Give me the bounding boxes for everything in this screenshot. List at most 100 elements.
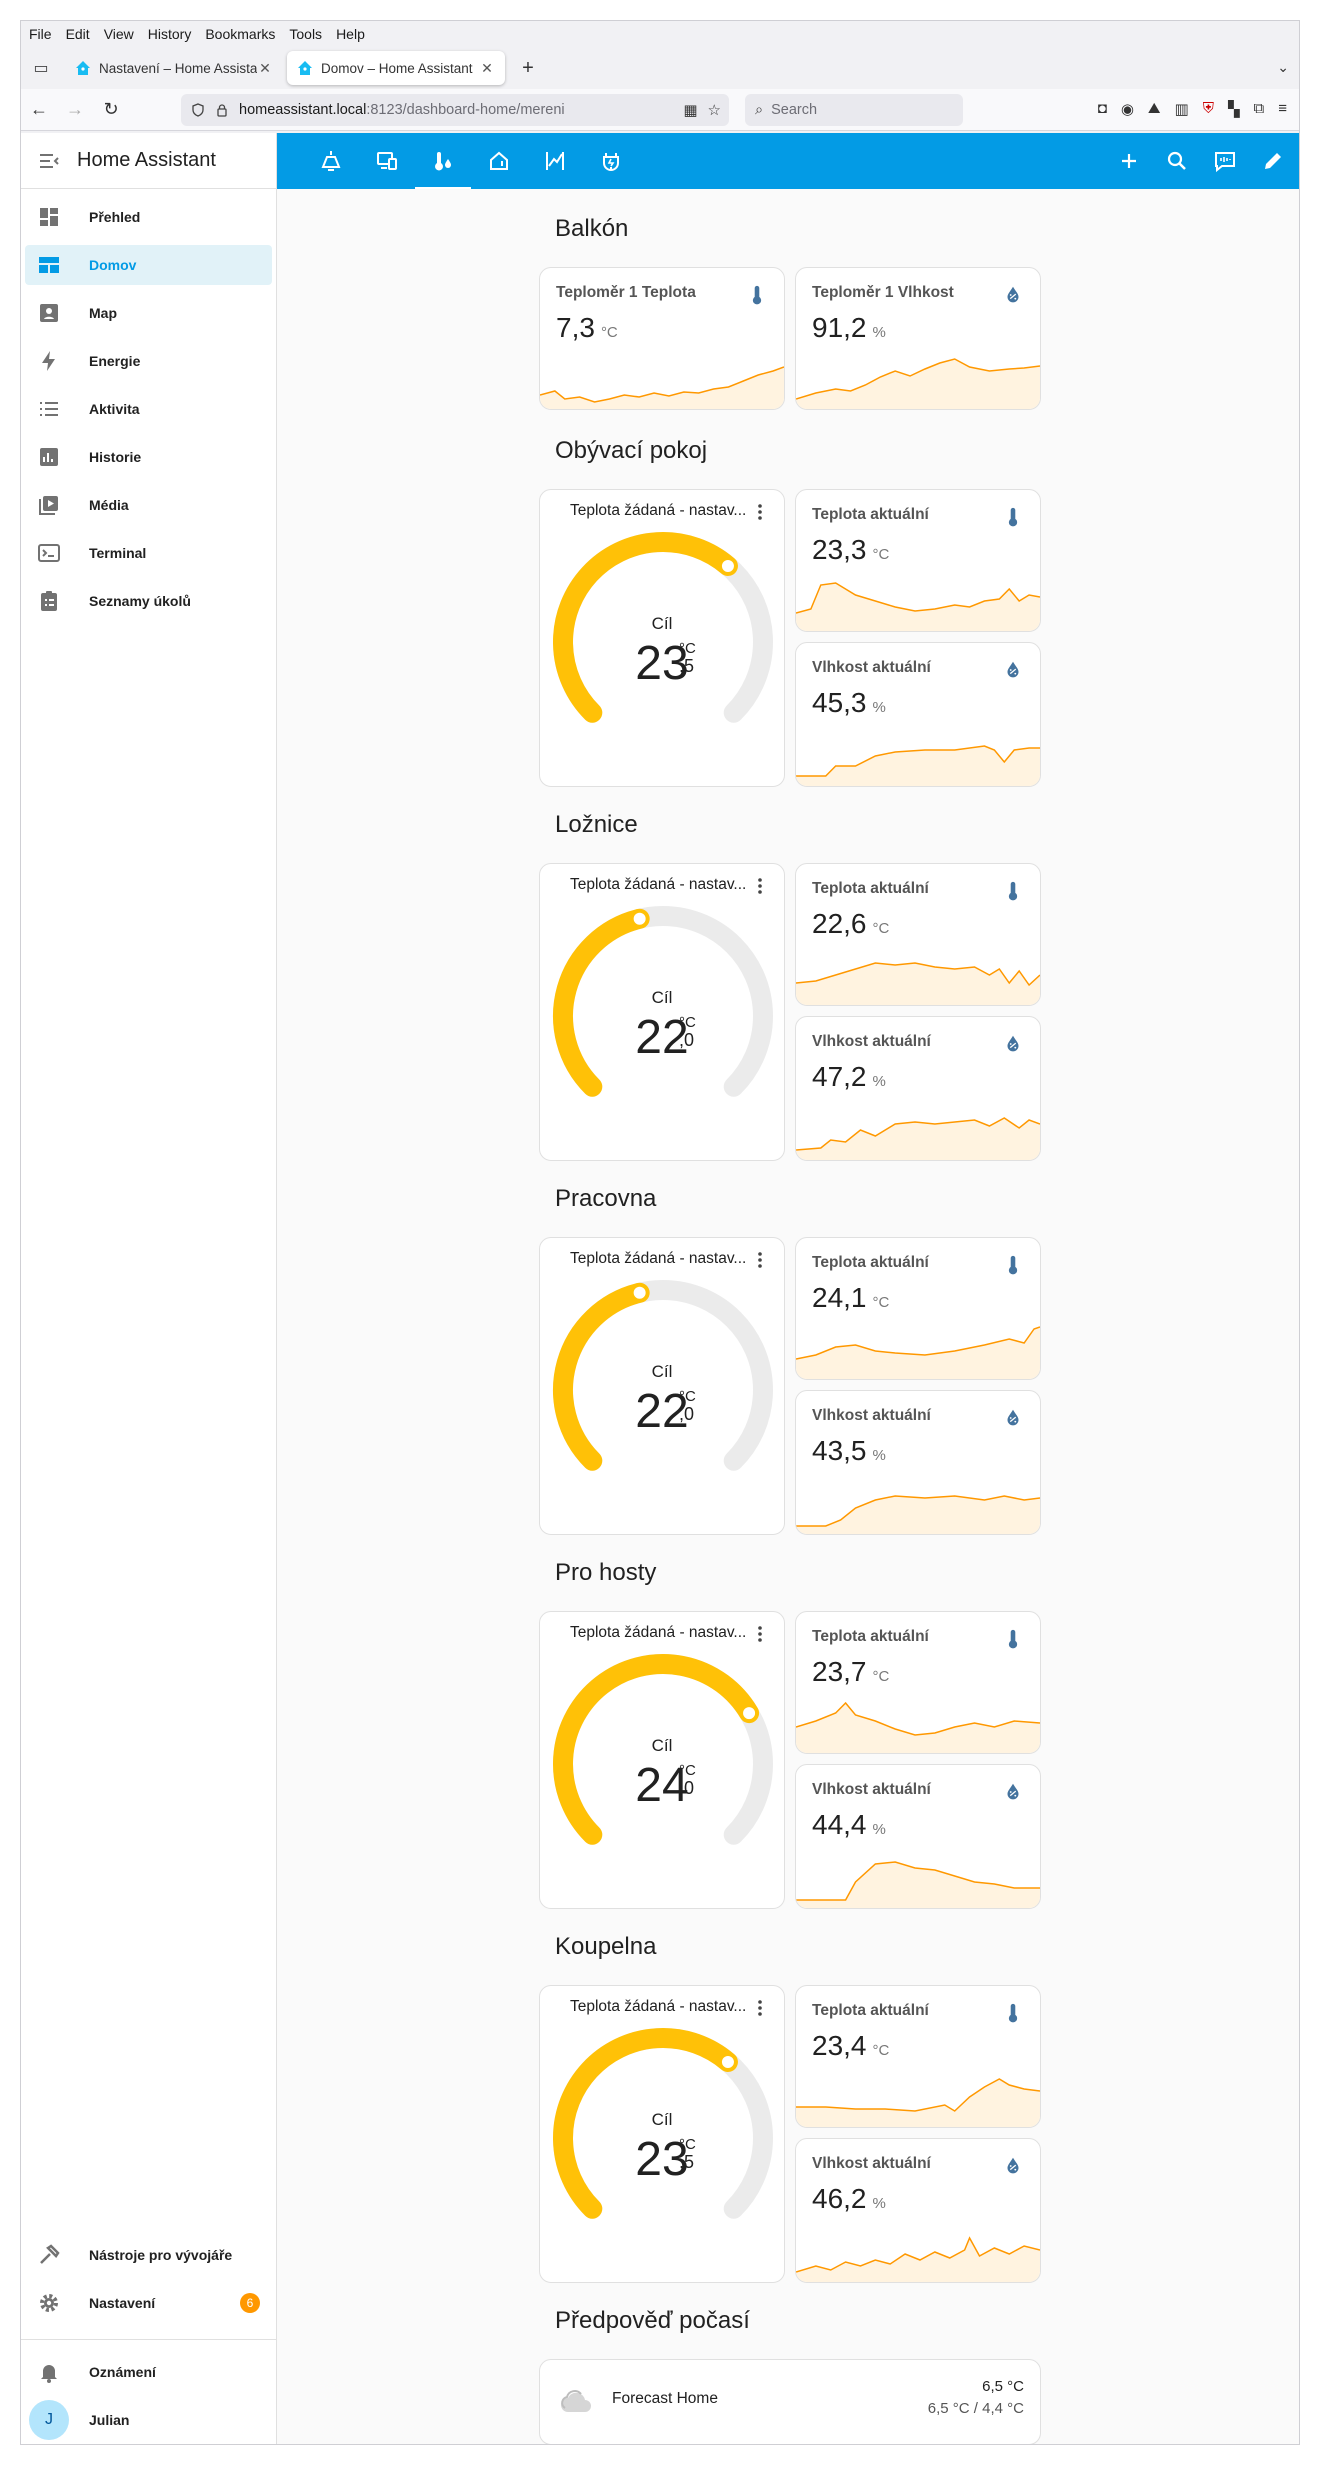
thermostat-name: Teplota žádaná - nastav... bbox=[570, 876, 747, 893]
menu-edit[interactable]: Edit bbox=[66, 26, 90, 42]
thermostat-target-value[interactable]: 23 °C ,5 bbox=[540, 636, 784, 691]
sidebar-item-label: Nástroje pro vývojáře bbox=[89, 2247, 233, 2263]
menu-file[interactable]: File bbox=[29, 26, 52, 42]
weather-forecast-card[interactable]: Forecast Home 6,5 °C 6,5 °C / 4,4 °C bbox=[539, 2359, 1041, 2444]
assist-icon[interactable] bbox=[1213, 149, 1237, 173]
extension-toolbar: ◘ ◉ ⛰ ▥ ⛨ ▚ ⧉ ≡ bbox=[1098, 100, 1287, 118]
menu-bookmarks[interactable]: Bookmarks bbox=[205, 26, 275, 42]
menu-bar: File Edit View History Bookmarks Tools H… bbox=[21, 21, 1299, 47]
reload-button[interactable]: ↻ bbox=[93, 92, 129, 128]
gauge-handle[interactable] bbox=[741, 1705, 758, 1722]
thermostat-target-value[interactable]: 22 °C ,0 bbox=[540, 1010, 784, 1065]
library-icon[interactable]: ▥ bbox=[1175, 100, 1189, 118]
tab-chart[interactable] bbox=[527, 133, 583, 189]
value-text: 22,6 bbox=[812, 908, 867, 939]
tab-lights[interactable] bbox=[303, 133, 359, 189]
search-bar[interactable]: ⌕ Search bbox=[745, 94, 963, 126]
unit-text: % bbox=[872, 324, 886, 341]
sidebar-item-domov[interactable]: Domov bbox=[25, 245, 272, 285]
ublock-icon[interactable]: ⛨ bbox=[1203, 100, 1214, 118]
sensor-card-obyvaci-humidity[interactable]: Vlhkost aktuální 45,3% bbox=[795, 642, 1041, 787]
menu-view[interactable]: View bbox=[104, 26, 134, 42]
sensor-card-loznice-humidity[interactable]: Vlhkost aktuální 47,2% bbox=[795, 1016, 1041, 1161]
thermostat-target-value[interactable]: 23 °C ,5 bbox=[540, 2132, 784, 2187]
pencil-icon[interactable] bbox=[1261, 149, 1285, 173]
sidebar-item-terminal[interactable]: Terminal bbox=[25, 533, 272, 573]
sensor-card-obyvaci-temp[interactable]: Teplota aktuální 23,3 °C bbox=[795, 489, 1041, 632]
back-button[interactable]: ← bbox=[21, 92, 57, 128]
menu-open-icon[interactable] bbox=[37, 149, 61, 173]
sidebar-item-user[interactable]: J Julian bbox=[25, 2400, 272, 2440]
account-icon[interactable]: ◉ bbox=[1121, 100, 1134, 118]
dots-vertical-icon[interactable] bbox=[750, 876, 770, 896]
thermostat-card-obyvaci[interactable]: Teplota žádaná - nastav... Cíl 23 °C ,5 bbox=[539, 489, 785, 787]
thermostat-target-value[interactable]: 22 °C ,0 bbox=[540, 1384, 784, 1439]
apps-icon[interactable]: ▚ bbox=[1228, 100, 1240, 118]
value-text: 43,5 bbox=[812, 1435, 867, 1466]
menu-tools[interactable]: Tools bbox=[289, 26, 322, 42]
forward-button[interactable]: → bbox=[57, 92, 93, 128]
dots-vertical-icon[interactable] bbox=[750, 1250, 770, 1270]
sidebar-item-historie[interactable]: Historie bbox=[25, 437, 272, 477]
thermostat-card-loznice[interactable]: Teplota žádaná - nastav... Cíl 22 °C ,0 bbox=[539, 863, 785, 1161]
menu-history[interactable]: History bbox=[148, 26, 192, 42]
sensor-card-pracovna-humidity[interactable]: Vlhkost aktuální 43,5% bbox=[795, 1390, 1041, 1535]
gauge-handle[interactable] bbox=[631, 910, 648, 927]
bell-icon bbox=[41, 2365, 57, 2383]
bookmark-star-icon[interactable]: ☆ bbox=[708, 101, 721, 119]
thermostat-card-koupelna[interactable]: Teplota žádaná - nastav... Cíl 23 °C ,5 bbox=[539, 1985, 785, 2283]
sensor-card-hoste-temp[interactable]: Teplota aktuální 23,7 °C bbox=[795, 1611, 1041, 1754]
sensor-name: Vlhkost aktuální bbox=[812, 2155, 931, 2172]
browser-tab-settings[interactable]: Nastavení – Home Assistant ✕ bbox=[65, 51, 283, 85]
dots-vertical-icon[interactable] bbox=[750, 1624, 770, 1644]
thermostat-card-hoste[interactable]: Teplota žádaná - nastav... Cíl 24 °C ,0 bbox=[539, 1611, 785, 1909]
tab-measurements[interactable] bbox=[415, 133, 471, 189]
sidebar-item-media[interactable]: Média bbox=[25, 485, 272, 525]
sensor-card-pracovna-temp[interactable]: Teplota aktuální 24,1 °C bbox=[795, 1237, 1041, 1380]
sidebar-item-prehled[interactable]: Přehled bbox=[25, 197, 272, 237]
tab-devices[interactable] bbox=[359, 133, 415, 189]
browser-tab-home[interactable]: Domov – Home Assistant ✕ bbox=[287, 51, 505, 85]
sidebar-item-aktivita[interactable]: Aktivita bbox=[25, 389, 272, 429]
thermometer-icon bbox=[1008, 1629, 1018, 1649]
thermostat-card-pracovna[interactable]: Teplota žádaná - nastav... Cíl 22 °C ,0 bbox=[539, 1237, 785, 1535]
gauge-handle[interactable] bbox=[719, 557, 736, 574]
sensor-card-balkon-temp[interactable]: Teploměr 1 Teplota 7,3 °C bbox=[539, 267, 785, 410]
search-icon[interactable] bbox=[1165, 149, 1189, 173]
tab-power[interactable] bbox=[583, 133, 639, 189]
url-host: homeassistant.local bbox=[239, 102, 367, 118]
dots-vertical-icon[interactable] bbox=[750, 1998, 770, 2018]
sensor-card-balkon-humidity[interactable]: Teploměr 1 Vlhkost 91,2% bbox=[795, 267, 1041, 410]
sidebar-item-developer-tools[interactable]: Nástroje pro vývojáře bbox=[25, 2235, 272, 2275]
close-tab-icon[interactable]: ✕ bbox=[257, 60, 273, 77]
tab-home[interactable] bbox=[471, 133, 527, 189]
puzzle-icon[interactable]: ⧉ bbox=[1254, 100, 1265, 118]
sensor-card-loznice-temp[interactable]: Teplota aktuální 22,6 °C bbox=[795, 863, 1041, 1006]
new-tab-button[interactable]: + bbox=[513, 53, 543, 83]
gauge-handle[interactable] bbox=[719, 2053, 736, 2070]
sidebar-item-ukoly[interactable]: Seznamy úkolů bbox=[25, 581, 272, 621]
hamburger-menu-icon[interactable]: ≡ bbox=[1278, 100, 1287, 118]
sidebar-item-settings[interactable]: Nastavení 6 bbox=[25, 2283, 272, 2323]
dots-vertical-icon[interactable] bbox=[750, 502, 770, 522]
thermostat-target-value[interactable]: 24 °C ,0 bbox=[540, 1758, 784, 1813]
sidebar-item-notifications[interactable]: Oznámení bbox=[25, 2352, 272, 2392]
sensor-value: 45,3% bbox=[812, 687, 886, 719]
sensor-card-hoste-humidity[interactable]: Vlhkost aktuální 44,4% bbox=[795, 1764, 1041, 1909]
qr-code-icon[interactable]: ▦ bbox=[683, 101, 697, 119]
sidebar-item-label: Domov bbox=[89, 257, 137, 273]
gauge-handle[interactable] bbox=[631, 1284, 648, 1301]
close-tab-icon[interactable]: ✕ bbox=[479, 60, 495, 77]
extension-icon[interactable]: ⛰ bbox=[1148, 100, 1161, 118]
sidebar-item-map[interactable]: Map bbox=[25, 293, 272, 333]
url-bar[interactable]: homeassistant.local:8123/dashboard-home/… bbox=[181, 94, 729, 126]
tab-list-icon[interactable]: ▭ bbox=[21, 47, 61, 89]
menu-help[interactable]: Help bbox=[336, 26, 365, 42]
sensor-card-koupelna-humidity[interactable]: Vlhkost aktuální 46,2% bbox=[795, 2138, 1041, 2283]
plus-icon[interactable] bbox=[1117, 149, 1141, 173]
sensor-card-koupelna-temp[interactable]: Teplota aktuální 23,4 °C bbox=[795, 1985, 1041, 2128]
sidebar-item-energie[interactable]: Energie bbox=[25, 341, 272, 381]
chevron-down-icon[interactable]: ⌄ bbox=[1277, 59, 1289, 76]
pocket-icon[interactable]: ◘ bbox=[1098, 100, 1107, 118]
sensor-value: 23,4 °C bbox=[812, 2030, 889, 2062]
